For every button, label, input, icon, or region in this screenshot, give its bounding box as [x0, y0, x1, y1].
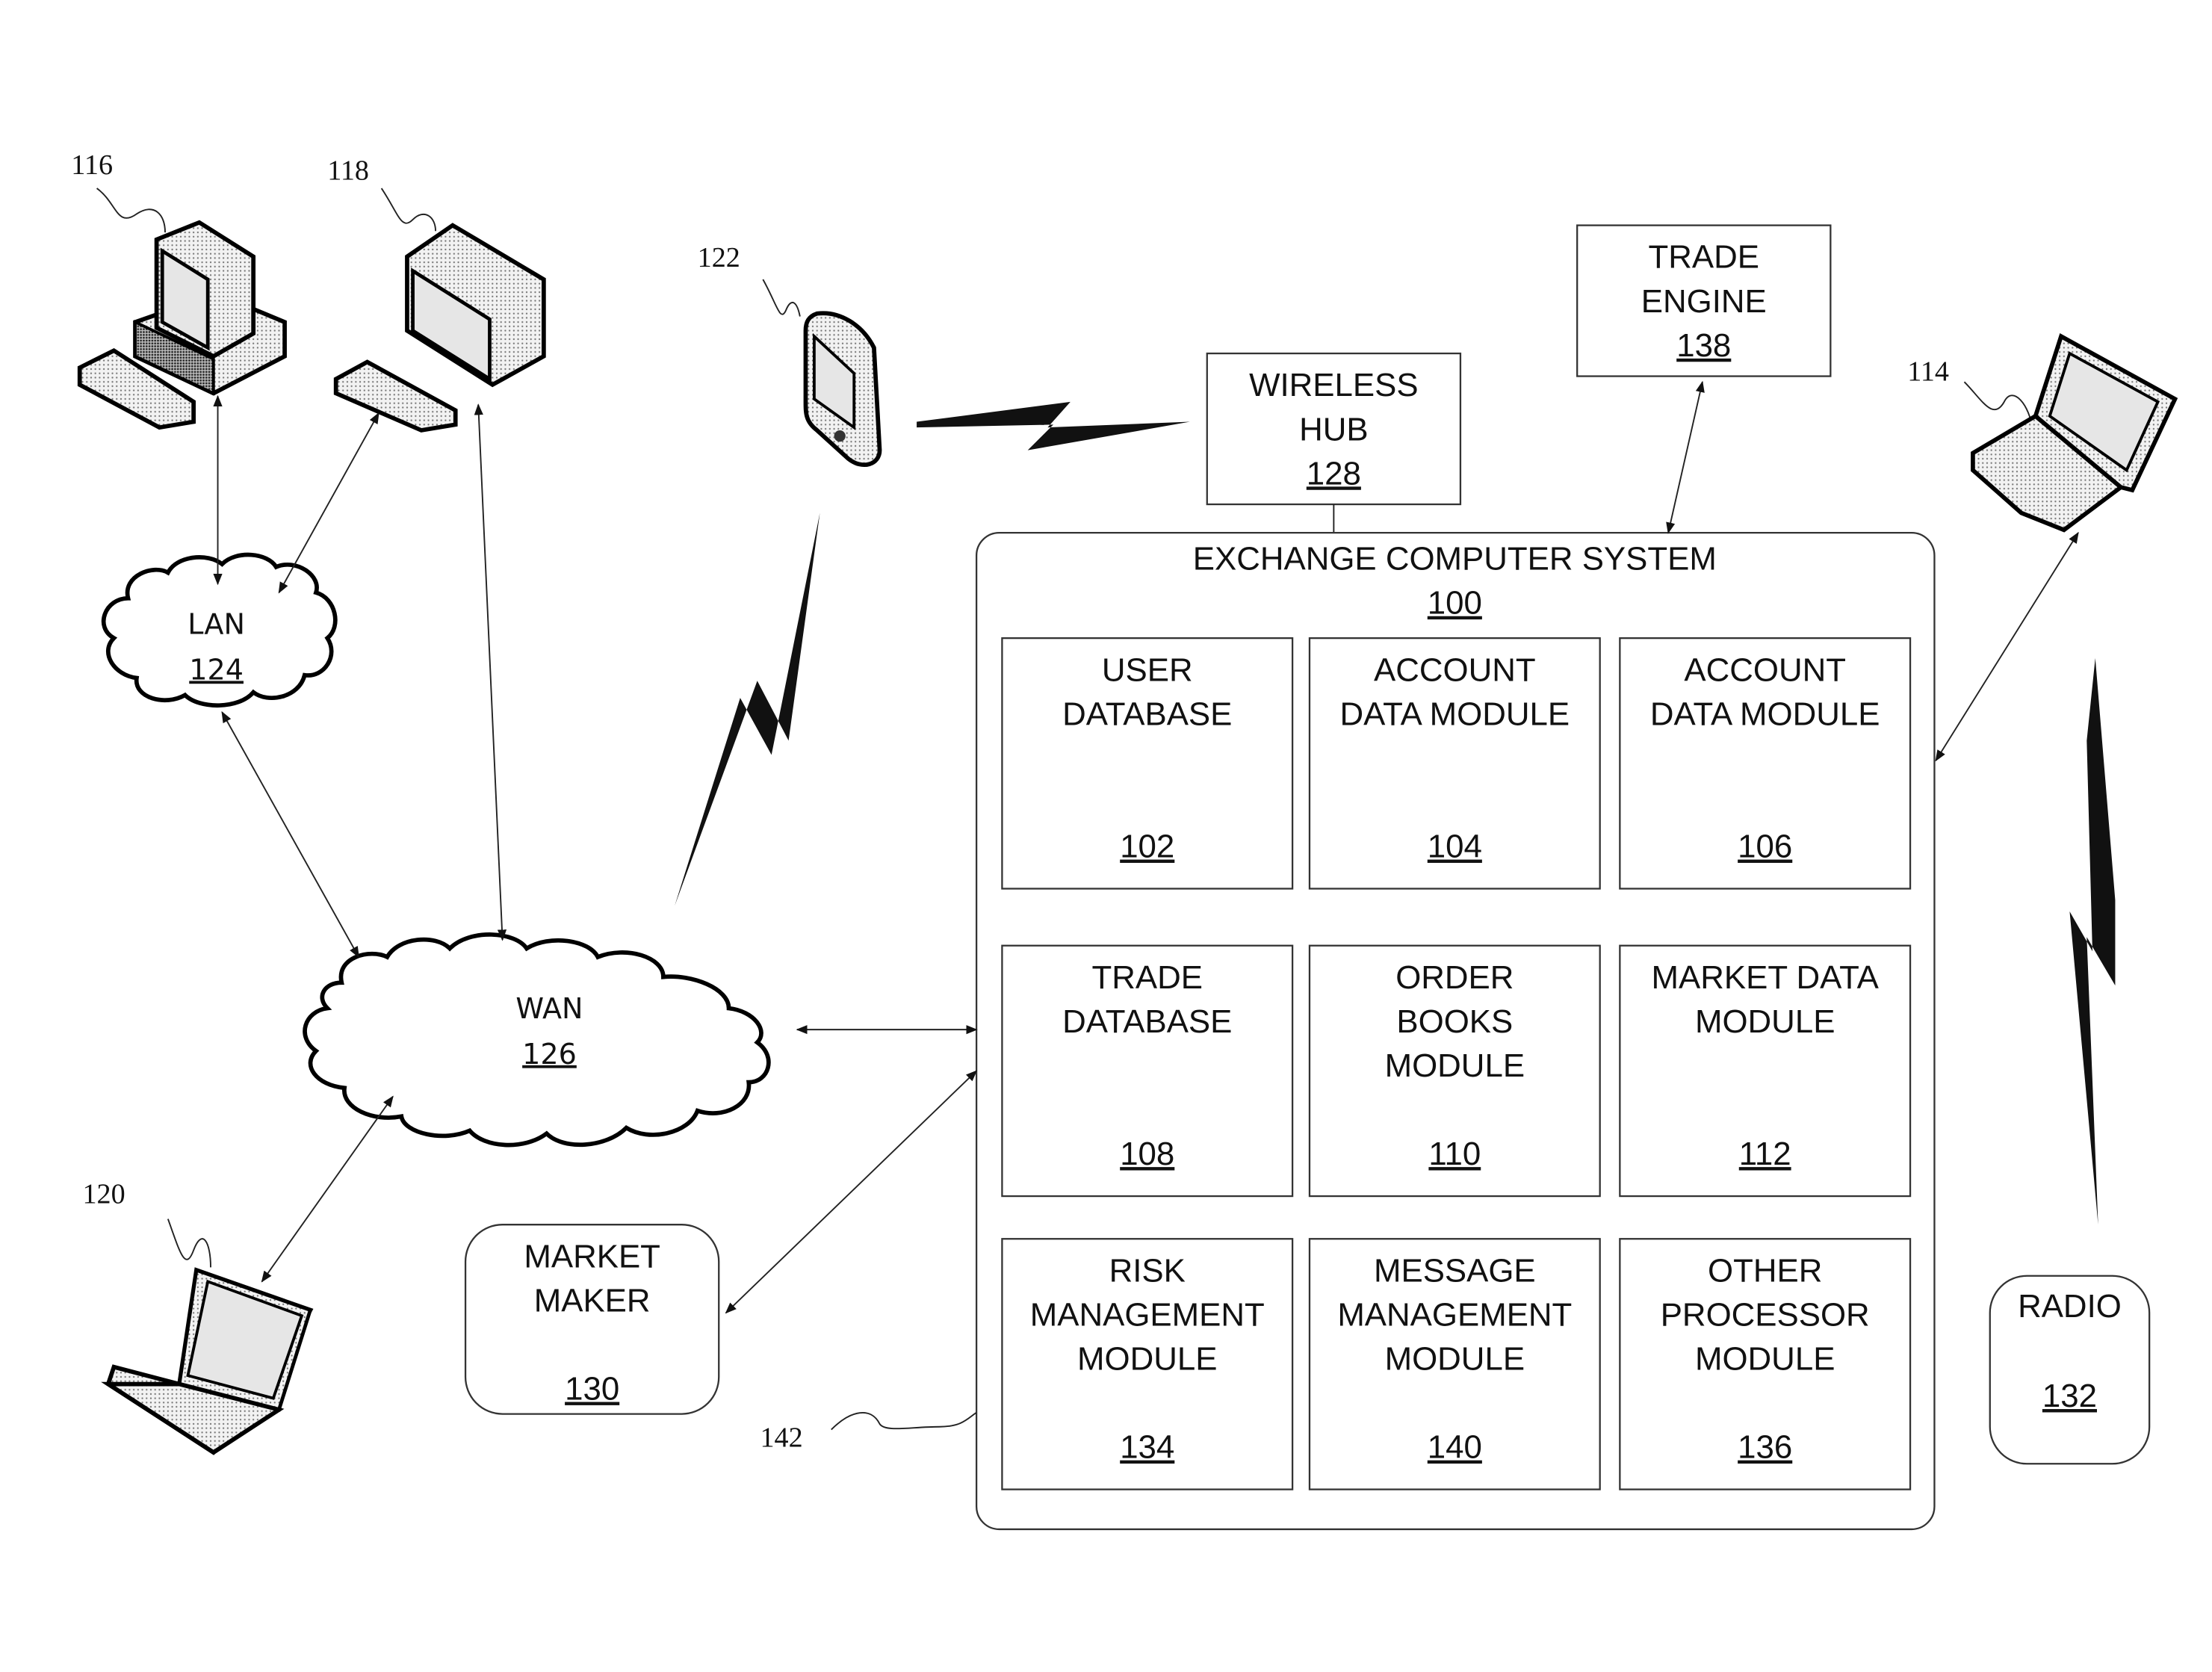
ref-label-142: 142 — [760, 1422, 802, 1453]
trade-engine-line-2: ENGINE — [1641, 283, 1767, 320]
exchange-system-diagram: 116 118 122 114 120 LAN 124 WAN 126 WIRE… — [71, 149, 2178, 1531]
desktop-computer-icon — [333, 223, 546, 433]
leader-line-122 — [762, 279, 801, 317]
wireless-signal-bolt-icon — [675, 513, 820, 906]
arrow-118-lan — [278, 412, 379, 594]
module-label-line: DATABASE — [1062, 696, 1232, 732]
hub-ref: 128 — [1307, 455, 1361, 492]
pda-icon — [803, 311, 882, 467]
module-box-106: ACCOUNT DATA MODULE 106 — [1619, 637, 1912, 890]
pda-device-122: 122 — [698, 242, 882, 467]
module-label-line: ACCOUNT — [1684, 651, 1846, 688]
module-ref: 102 — [1120, 829, 1174, 865]
module-label-line: RISK — [1109, 1252, 1186, 1289]
module-label-line: MODULE — [1695, 1003, 1835, 1040]
hub-line-2: HUB — [1299, 411, 1369, 448]
wan-ref: 126 — [522, 1038, 577, 1071]
module-box-136: OTHER PROCESSOR MODULE 136 — [1619, 1238, 1912, 1490]
module-box-134: RISK MANAGEMENT MODULE 134 — [1001, 1238, 1294, 1490]
wireless-hub-128: WIRELESS HUB 128 — [1206, 352, 1462, 506]
desktop-computer-118: 118 — [327, 155, 546, 433]
market-maker-line-2: MAKER — [534, 1282, 651, 1319]
lan-cloud-124: LAN 124 — [101, 552, 338, 708]
laptop-120: 120 — [83, 1179, 314, 1455]
module-label-line: MODULE — [1385, 1047, 1525, 1084]
hub-line-1: WIRELESS — [1249, 367, 1418, 403]
ref-label-122: 122 — [698, 242, 740, 273]
module-ref: 106 — [1738, 829, 1792, 865]
module-ref: 108 — [1120, 1136, 1174, 1172]
exchange-ref: 100 — [1428, 585, 1482, 622]
lan-ref: 124 — [189, 653, 244, 686]
laptop-icon — [101, 1267, 314, 1455]
trade-engine-line-1: TRADE — [1649, 239, 1759, 276]
module-label-line: ORDER — [1395, 959, 1514, 996]
module-box-112: MARKET DATA MODULE 112 — [1619, 944, 1912, 1198]
lan-label: LAN — [188, 607, 245, 640]
module-label-line: BOOKS — [1396, 1003, 1513, 1040]
exchange-computer-system-100: EXCHANGE COMPUTER SYSTEM 100 USER DATABAS… — [975, 532, 1936, 1531]
module-label-line: DATABASE — [1062, 1003, 1232, 1040]
module-label-line: USER — [1102, 651, 1193, 688]
module-label-line: MANAGEMENT — [1337, 1296, 1572, 1333]
module-grid: USERDATABASE102ACCOUNTDATA MODULE104ACCO… — [1001, 637, 1912, 1490]
radio-label: RADIO — [2018, 1288, 2122, 1325]
module-label-line: MODULE — [1077, 1341, 1217, 1378]
module-ref: 140 — [1428, 1429, 1482, 1466]
wireless-signal-bolt-icon — [2069, 657, 2116, 1225]
desktop-computer-icon — [77, 220, 287, 430]
module-box-110: ORDER BOOKS MODULE 110 — [1308, 944, 1601, 1198]
trade-engine-138: TRADE ENGINE 138 — [1576, 224, 1832, 377]
leader-line-116 — [96, 188, 166, 233]
desktop-computer-116: 116 — [71, 149, 287, 430]
module-label-line: MODULE — [1695, 1341, 1835, 1378]
radio-132: RADIO 132 — [1989, 1275, 2151, 1465]
wan-cloud-126: WAN 126 — [303, 932, 771, 1148]
leader-line-120 — [167, 1219, 211, 1268]
module-box-102: USER DATABASE 102 — [1001, 637, 1294, 890]
module-box-104: ACCOUNT DATA MODULE 104 — [1308, 637, 1601, 890]
arrow-lan-wan — [221, 710, 359, 959]
module-label-line: MARKET DATA — [1652, 959, 1880, 996]
module-label-line: DATA MODULE — [1650, 696, 1880, 732]
module-ref: 104 — [1428, 829, 1482, 865]
module-ref: 134 — [1120, 1429, 1174, 1466]
arrow-118-wan — [474, 403, 507, 941]
arrow-exchange-market-maker — [725, 1070, 978, 1314]
module-label-line: OTHER — [1708, 1252, 1822, 1289]
wan-label: WAN — [515, 992, 583, 1025]
laptop-icon — [1971, 333, 2178, 533]
module-label-line: TRADE — [1092, 959, 1203, 996]
module-ref: 136 — [1738, 1429, 1792, 1466]
wireless-signal-bolt-icon — [917, 401, 1190, 450]
arrow-114-exchange — [1935, 531, 2079, 762]
module-label-line: MANAGEMENT — [1030, 1296, 1265, 1333]
market-maker-line-1: MARKET — [524, 1238, 660, 1275]
arrow-trade-engine-exchange — [1666, 380, 1705, 534]
module-box-140: MESSAGE MANAGEMENT MODULE 140 — [1308, 1238, 1601, 1490]
module-ref: 110 — [1428, 1136, 1481, 1172]
market-maker-130: MARKET MAKER 130 — [464, 1224, 720, 1415]
module-label-line: PROCESSOR — [1661, 1296, 1870, 1333]
module-label-line: DATA MODULE — [1340, 696, 1570, 732]
ref-label-118: 118 — [327, 155, 369, 187]
ref-label-116: 116 — [71, 149, 113, 181]
ref-label-120: 120 — [83, 1179, 126, 1210]
ref-label-114: 114 — [1907, 356, 1949, 387]
leader-line-142 — [831, 1411, 977, 1431]
module-ref: 112 — [1739, 1136, 1791, 1172]
trade-engine-ref: 138 — [1676, 327, 1731, 364]
leader-line-118 — [380, 188, 437, 232]
module-label-line: ACCOUNT — [1374, 651, 1536, 688]
module-label-line: MODULE — [1385, 1341, 1525, 1378]
module-box-108: TRADE DATABASE 108 — [1001, 944, 1294, 1198]
radio-ref: 132 — [2042, 1378, 2097, 1414]
exchange-title: EXCHANGE COMPUTER SYSTEM — [1193, 541, 1717, 578]
module-label-line: MESSAGE — [1374, 1252, 1536, 1289]
market-maker-ref: 130 — [565, 1371, 619, 1408]
arrow-wan-120 — [261, 1095, 394, 1283]
laptop-114: 114 — [1907, 333, 2178, 533]
